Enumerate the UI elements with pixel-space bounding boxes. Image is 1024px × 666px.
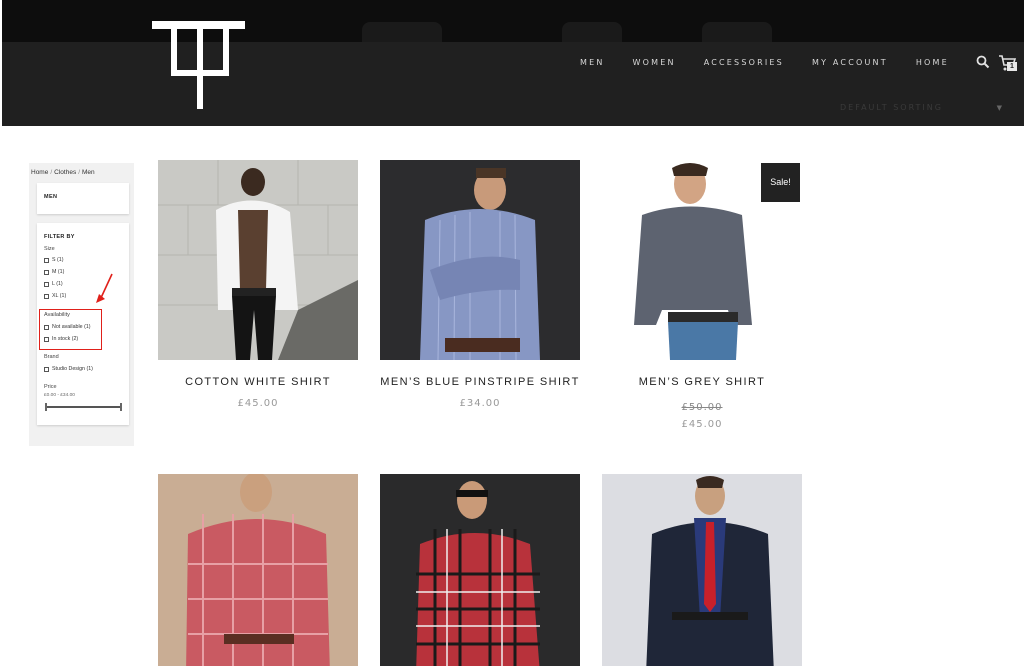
filter-option-label: XL (1) <box>52 293 67 299</box>
filter-option-label: M (1) <box>52 269 65 275</box>
availability-highlight-box <box>39 309 102 350</box>
filter-option-label: S (1) <box>52 257 64 263</box>
nav-women[interactable]: WOMEN <box>633 58 676 67</box>
chevron-down-icon: ▼ <box>996 104 1004 112</box>
product-old-price: £50.00 <box>681 402 723 413</box>
site-logo[interactable] <box>152 18 248 114</box>
product-image[interactable] <box>158 160 358 360</box>
sidebar: Home / Clothes / Men MEN FILTER BY Size S (1… <box>29 163 134 446</box>
checkbox[interactable] <box>44 269 49 275</box>
filter-size-m[interactable]: M (1) <box>44 269 64 275</box>
filter-size-l[interactable]: L (1) <box>44 281 63 287</box>
nav-my-account[interactable]: MY ACCOUNT <box>812 58 888 67</box>
price-slider-min-handle[interactable] <box>45 403 47 411</box>
product-price: £45.00 <box>237 398 279 409</box>
filter-size-s[interactable]: S (1) <box>44 257 63 263</box>
sorting-select-label: DEFAULT SORTING <box>840 103 943 112</box>
product-title[interactable]: COTTON WHITE SHIRT <box>148 376 368 388</box>
sorting-select[interactable]: DEFAULT SORTING ▼ <box>832 100 1008 116</box>
sale-badge: Sale! <box>761 163 800 202</box>
breadcrumb-clothes[interactable]: Clothes <box>54 169 76 176</box>
annotation-arrow-icon <box>96 273 113 303</box>
category-card: MEN <box>37 183 129 214</box>
filter-size-xl[interactable]: XL (1) <box>44 293 66 299</box>
size-filter-title: Size <box>44 246 55 252</box>
product-image[interactable] <box>602 474 802 666</box>
product-price: £34.00 <box>459 398 501 409</box>
price-range-text: £0.00 - £34.00 <box>44 393 75 398</box>
nav-home[interactable]: HOME <box>916 58 949 67</box>
product-image[interactable] <box>380 474 580 666</box>
filter-title: FILTER BY <box>44 234 75 240</box>
breadcrumb: Home / Clothes / Men <box>31 169 95 176</box>
checkbox[interactable] <box>44 257 49 263</box>
main-nav: MEN WOMEN ACCESSORIES MY ACCOUNT HOME <box>580 58 977 67</box>
checkbox[interactable] <box>44 281 49 287</box>
filter-option-label: Studio Design (1) <box>52 366 93 372</box>
brand-filter-title: Brand <box>44 354 59 360</box>
nav-accessories[interactable]: ACCESSORIES <box>704 58 784 67</box>
category-title: MEN <box>44 194 58 200</box>
product-image[interactable] <box>158 474 358 666</box>
breadcrumb-current: Men <box>82 169 95 176</box>
product-title[interactable]: MEN’S GREY SHIRT <box>592 376 812 388</box>
price-slider-max-handle[interactable] <box>120 403 122 411</box>
filter-option-label: L (1) <box>52 281 63 287</box>
checkbox[interactable] <box>44 293 49 299</box>
filter-brand-studio-design[interactable]: Studio Design (1) <box>44 366 93 372</box>
product-title[interactable]: MEN’S BLUE PINSTRIPE SHIRT <box>370 376 590 388</box>
cart-count-badge: 1 <box>1007 62 1017 71</box>
checkbox[interactable] <box>44 366 49 372</box>
price-slider-track[interactable] <box>46 406 122 408</box>
breadcrumb-home[interactable]: Home <box>31 169 48 176</box>
nav-men[interactable]: MEN <box>580 58 605 67</box>
product-price: £45.00 <box>681 419 723 430</box>
search-icon[interactable] <box>976 55 990 69</box>
product-image[interactable] <box>380 160 580 360</box>
price-filter-title: Price <box>44 384 57 390</box>
